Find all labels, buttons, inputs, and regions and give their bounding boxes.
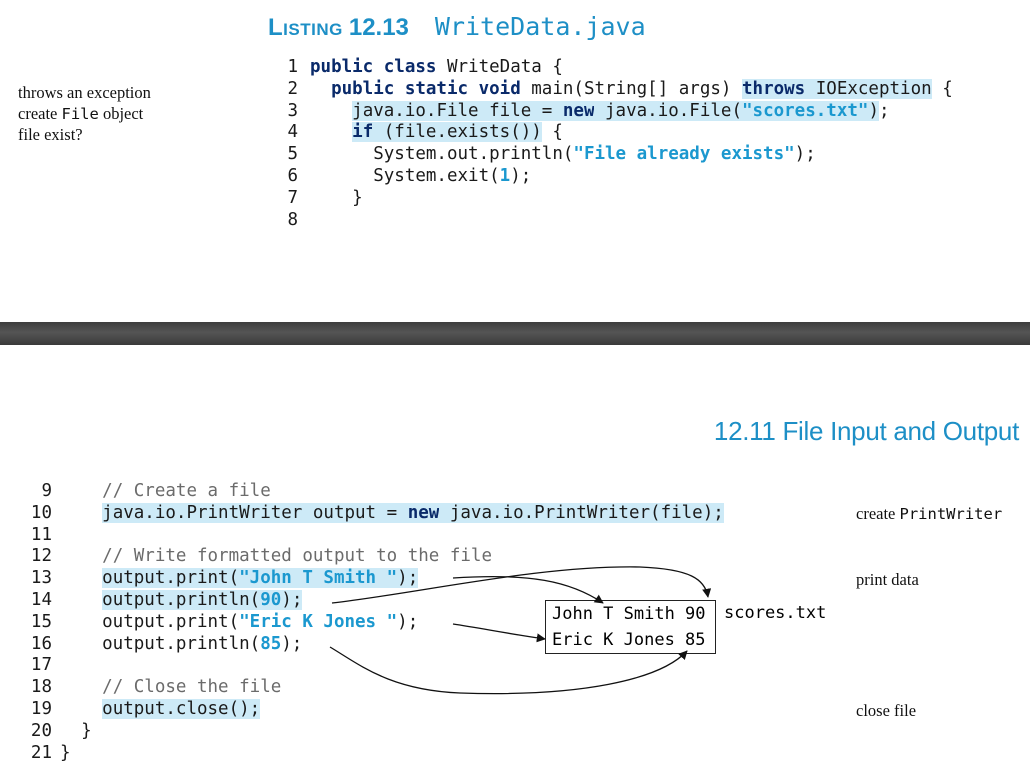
code-token: System.out.println( — [310, 144, 574, 165]
line-number: 4 — [287, 122, 298, 143]
listing-label: Listing — [268, 14, 343, 41]
code-token: public static void — [331, 78, 521, 99]
code-token: } — [310, 187, 363, 208]
code-line: 5 System.out.println("File already exist… — [284, 144, 953, 166]
code-token: throws — [742, 78, 806, 99]
code-token: ); — [510, 165, 532, 186]
line-number: 5 — [287, 144, 298, 165]
line-number: 2 — [287, 78, 298, 99]
note-create-file: create File object — [18, 104, 144, 123]
arrow-90 — [331, 566, 712, 604]
code-token: new — [562, 100, 595, 121]
code-token: ; — [878, 100, 890, 121]
code-token: public class — [310, 57, 437, 77]
line-number: 1 — [287, 57, 298, 77]
code-line: 7 } — [284, 188, 953, 210]
output-arrows — [329, 566, 712, 695]
code-line: 8 — [284, 210, 953, 232]
code-token: java.io.File( — [594, 100, 742, 121]
code-token: { — [541, 122, 563, 143]
code-token: System.exit( — [310, 165, 500, 186]
code-token: "File already exists" — [573, 144, 795, 165]
listing-title: Listing 12.13 WriteData.java — [268, 12, 646, 42]
arrow-85 — [329, 646, 688, 695]
listing-number: 12.13 — [348, 14, 409, 41]
note-throws-exception: throws an exception — [18, 83, 151, 102]
code-token: { — [931, 78, 953, 99]
code-token: ); — [794, 144, 816, 165]
code-line: 4 if (file.exists()) { — [284, 122, 953, 144]
listing-filename: WriteData.java — [434, 12, 646, 41]
code-token: WriteData { — [436, 57, 563, 77]
code-line: 3 java.io.File file = new java.io.File("… — [284, 100, 953, 123]
page-top: Listing 12.13 WriteData.java throws an exc… — [0, 0, 1030, 322]
note-file-exist: file exist? — [18, 125, 83, 144]
line-number: 6 — [287, 165, 298, 186]
arrow-john-smith — [452, 575, 604, 604]
code-line: 6 System.exit(1); — [284, 166, 953, 188]
page-divider — [0, 322, 1030, 345]
code-token: 1 — [499, 165, 511, 186]
line-number: 7 — [287, 187, 298, 208]
code-listing-top: 1 public class WriteData {2 public static… — [284, 57, 953, 232]
code-token: "scores.txt" — [742, 100, 869, 121]
code-line: 1 public class WriteData { — [284, 57, 953, 79]
arrow-eric-jones — [452, 623, 546, 643]
code-token: ) — [868, 100, 879, 121]
code-token: java.io.File file = — [352, 100, 563, 121]
code-token: main(String[] args) — [520, 78, 742, 99]
code-token: IOException — [805, 78, 932, 99]
line-number: 8 — [287, 209, 298, 230]
code-token: (file.exists()) — [373, 122, 542, 143]
code-token: if — [352, 122, 374, 143]
line-number: 3 — [287, 100, 298, 121]
code-line: 2 public static void main(String[] args)… — [284, 78, 953, 101]
